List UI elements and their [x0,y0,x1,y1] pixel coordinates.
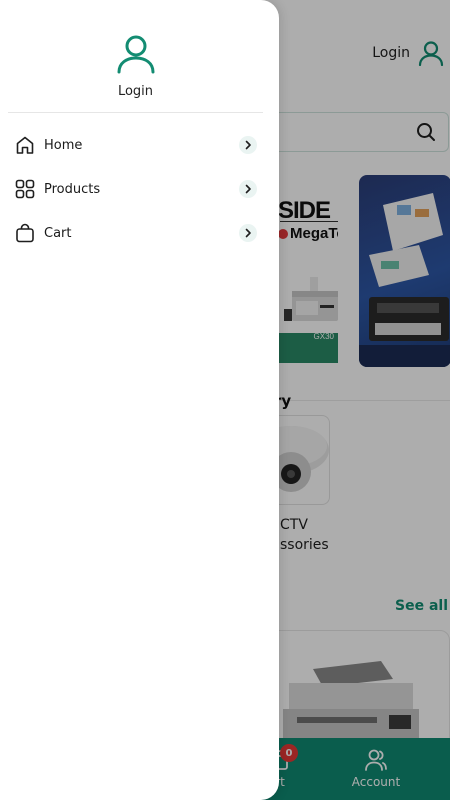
drawer-login[interactable]: Login [8,0,263,113]
drawer-menu: Home Products Cart [0,123,279,255]
home-icon [15,135,35,155]
chevron-right-icon [239,180,257,198]
navigation-drawer: Login Home Products Cart [0,0,279,800]
menu-item-label: Products [44,181,101,197]
menu-item-cart[interactable]: Cart [0,211,279,255]
menu-item-label: Cart [44,225,72,241]
menu-item-home[interactable]: Home [0,123,279,167]
menu-item-label: Home [44,137,83,153]
bag-icon [15,223,35,243]
menu-item-products[interactable]: Products [0,167,279,211]
drawer-login-label: Login [117,84,154,99]
grid-icon [15,179,35,199]
chevron-right-icon [239,136,257,154]
user-avatar-icon [116,34,156,78]
chevron-right-icon [239,224,257,242]
